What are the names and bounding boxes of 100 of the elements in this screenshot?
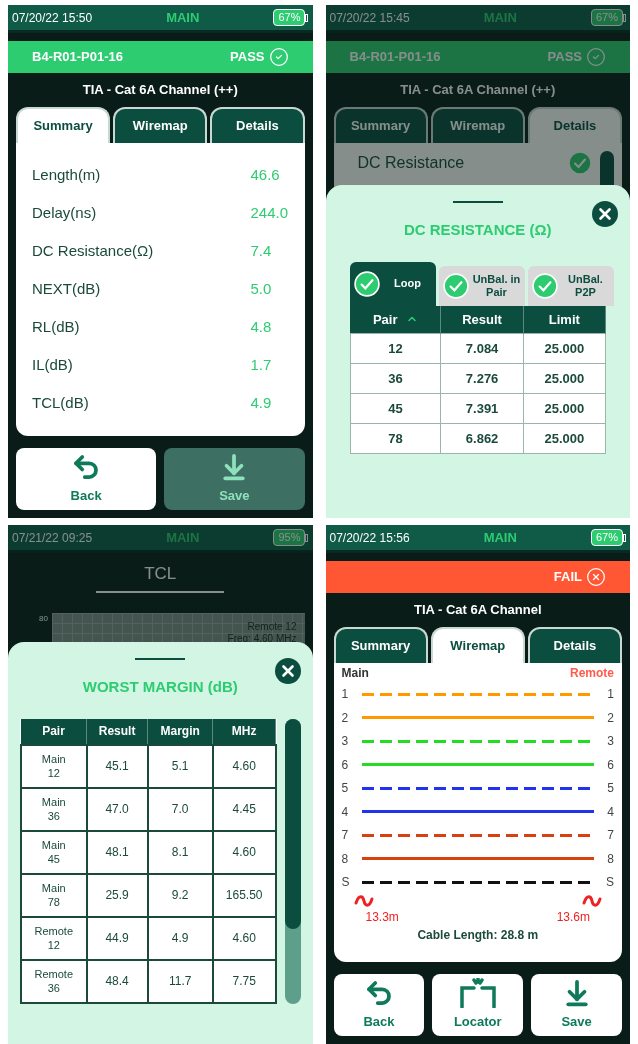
measurement-value: 4.8 <box>250 317 273 337</box>
locator-button[interactable]: Locator <box>432 974 524 1036</box>
table-cell: Main 45 <box>21 830 87 874</box>
view-tab[interactable]: UnBal. P2P <box>527 265 614 306</box>
column-header[interactable]: Limit <box>523 305 606 334</box>
tab[interactable]: Summary <box>333 626 428 663</box>
table-cell: 78 <box>350 423 441 454</box>
table-cell: 25.000 <box>523 393 606 424</box>
table-cell: 12 <box>350 333 441 364</box>
tab[interactable]: Details <box>210 106 305 143</box>
measurement-value: 46.6 <box>250 165 281 185</box>
table-cell: 25.000 <box>523 363 606 394</box>
battery-tip-icon <box>623 13 626 22</box>
test-standard: TIA - Cat 6A Channel (++) <box>399 81 557 99</box>
tab[interactable]: Summary <box>333 106 428 143</box>
pin-label: 6 <box>341 756 350 774</box>
drag-handle[interactable] <box>452 201 503 203</box>
column-header[interactable]: Result <box>441 305 524 334</box>
table-cell: 7.0 <box>147 787 213 831</box>
back-button[interactable]: Back <box>333 974 425 1036</box>
table-cell: 44.9 <box>86 916 148 960</box>
table-cell: 36 <box>350 363 441 394</box>
table-cell: 7.084 <box>441 333 524 364</box>
squiggle-icon <box>353 894 374 908</box>
battery-tip-icon <box>305 13 309 22</box>
tab[interactable]: Details <box>527 106 622 143</box>
table-cell: 165.50 <box>212 873 276 917</box>
table-cell: Remote 12 <box>21 916 87 960</box>
table-cell: 45 <box>350 393 441 424</box>
date-time: 07/21/22 09:25 <box>12 529 93 547</box>
sheet-title: WORST MARGIN (dB) <box>81 677 239 697</box>
pin-label: 8 <box>341 850 350 868</box>
x-circle-icon <box>586 567 606 587</box>
back-button[interactable]: Back <box>16 448 157 510</box>
table-cell: 25.9 <box>86 873 148 917</box>
mode-label: MAIN <box>166 8 200 27</box>
table-cell: Remote 36 <box>21 959 87 1003</box>
measurement-label: Delay(ns) <box>32 203 97 223</box>
view-tab[interactable]: UnBal. in Pair <box>438 265 525 306</box>
column-header[interactable]: MHz <box>212 718 276 745</box>
drag-handle[interactable] <box>135 658 186 660</box>
table-cell: 5.1 <box>147 744 213 788</box>
table-cell: 47.0 <box>86 787 148 831</box>
column-header[interactable]: Pair <box>21 718 87 745</box>
tab[interactable]: Wiremap <box>113 106 208 143</box>
tab[interactable]: Wiremap <box>430 106 525 143</box>
close-button[interactable] <box>274 658 301 684</box>
table-cell: 4.9 <box>147 916 213 960</box>
column-header[interactable]: Pair <box>350 305 441 334</box>
table-cell: 6.862 <box>441 423 524 454</box>
table-cell: 7.391 <box>441 393 524 424</box>
pin-label: S <box>605 874 614 892</box>
measurement-value: 244.0 <box>250 203 290 223</box>
date-time: 07/20/22 15:45 <box>329 9 410 27</box>
measurement-label: RL(dB) <box>32 317 80 337</box>
date-time: 07/20/22 15:56 <box>329 529 410 547</box>
table-cell: 4.60 <box>212 744 276 788</box>
table-cell: Main 12 <box>21 744 87 788</box>
close-icon <box>596 205 614 223</box>
battery-tip-icon <box>623 533 626 542</box>
mode-label: MAIN <box>483 8 517 27</box>
tab[interactable]: Summary <box>16 106 111 143</box>
pin-label: 5 <box>606 780 614 798</box>
table-cell: 7.276 <box>441 363 524 394</box>
pin-label: 2 <box>341 709 350 727</box>
table-cell: Main 36 <box>21 787 87 831</box>
table-cell: 48.4 <box>86 959 148 1003</box>
table-cell: Main 78 <box>21 873 87 917</box>
pin-label: 1 <box>606 686 614 704</box>
cable-id: B4-R01-P01-16 <box>32 48 124 67</box>
sheet-title: DC RESISTANCE (Ω) <box>402 220 553 240</box>
view-tab[interactable]: Loop <box>349 261 436 306</box>
battery-level: 67% <box>590 9 623 26</box>
tab[interactable]: Details <box>527 626 622 663</box>
pin-label: 1 <box>341 686 350 704</box>
battery-level: 67% <box>590 529 623 546</box>
column-header[interactable]: Result <box>86 718 148 745</box>
close-button[interactable] <box>592 201 618 227</box>
result-label: PASS <box>230 48 265 67</box>
remote-label: Remote <box>570 664 614 682</box>
table-cell: 25.000 <box>523 423 606 454</box>
check-circle-icon <box>586 47 606 67</box>
table-cell: 9.2 <box>147 873 213 917</box>
measurement-label: DC Resistance(Ω) <box>32 241 154 261</box>
scrollbar[interactable] <box>284 718 301 1004</box>
measurement-label: NEXT(dB) <box>32 279 101 299</box>
table-cell: 48.1 <box>86 830 148 874</box>
squiggle-icon <box>582 894 602 908</box>
pin-label: S <box>341 874 351 892</box>
table-cell: 4.60 <box>212 916 276 960</box>
cable-id: B4-R01-P01-16 <box>349 48 441 67</box>
save-button[interactable]: Save <box>531 974 622 1036</box>
battery-tip-icon <box>305 533 309 542</box>
column-header[interactable]: Margin <box>147 718 213 745</box>
mode-label: MAIN <box>483 528 517 547</box>
result-label: PASS <box>547 48 582 67</box>
tab[interactable]: Wiremap <box>430 626 525 663</box>
measurement-label: IL(dB) <box>32 355 73 375</box>
details-item[interactable]: DC Resistance <box>357 150 465 175</box>
table-cell: 8.1 <box>147 830 213 874</box>
